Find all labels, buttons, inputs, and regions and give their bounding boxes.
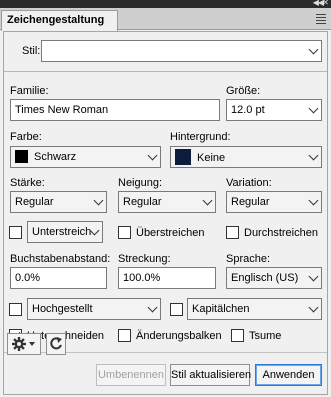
buchstabenabstand-input[interactable]: 0.0% [10, 267, 107, 289]
refresh-icon [50, 337, 62, 350]
sprache-label: Sprache: [226, 253, 271, 265]
umbenennen-button[interactable]: Umbenennen [96, 364, 166, 386]
staerke-value: Regular [15, 196, 54, 208]
hochgestellt-value: Hochgestellt [32, 303, 93, 315]
chevron-down-icon [308, 44, 319, 55]
background-swatch [175, 149, 191, 165]
kapitaelchen-value: Kapitälchen [192, 303, 250, 315]
chevron-down-icon [308, 271, 319, 282]
chevron-down-icon [147, 150, 158, 161]
stil-aktualisieren-button[interactable]: Stil aktualisieren [170, 364, 251, 386]
unterstreichen-dropdown[interactable]: Unterstreich [27, 221, 103, 243]
staerke-dropdown[interactable]: Regular [10, 191, 107, 213]
aenderungsbalken-label: Änderungsbalken [136, 330, 222, 342]
familie-label: Familie: [10, 85, 49, 97]
stil-label: Stil: [22, 45, 41, 57]
chevron-down-icon [308, 150, 319, 161]
groesse-value: 12.0 pt [231, 104, 265, 116]
streckung-label: Streckung: [118, 253, 171, 265]
panel-menu-icon[interactable] [316, 14, 326, 26]
farbe-dropdown[interactable]: Schwarz [10, 146, 161, 168]
farbe-label: Farbe: [10, 131, 42, 143]
unterstreichen-value: Unterstreich [32, 226, 92, 238]
anwenden-button[interactable]: Anwenden [255, 364, 322, 386]
aenderungsbalken-checkbox[interactable] [118, 329, 131, 342]
hochgestellt-checkbox[interactable] [9, 303, 22, 316]
caret-down-icon [29, 342, 35, 346]
streckung-input[interactable]: 100.0% [118, 267, 216, 289]
color-swatch [15, 149, 28, 163]
stil-dropdown[interactable] [41, 40, 322, 62]
panel-tab-bar: Zeichengestaltung [0, 8, 331, 31]
chevron-down-icon [93, 195, 104, 206]
farbe-value: Schwarz [34, 151, 77, 163]
variation-value: Regular [231, 196, 270, 208]
close-icon[interactable]: ✕ [322, 0, 329, 7]
staerke-label: Stärke: [10, 177, 45, 189]
groesse-combobox[interactable]: 12.0 pt [226, 99, 322, 121]
hintergrund-value: Keine [197, 151, 226, 164]
familie-input[interactable]: Times New Roman [10, 99, 220, 121]
neigung-dropdown[interactable]: Regular [118, 191, 216, 213]
durchstreichen-checkbox[interactable] [226, 226, 239, 239]
chevron-down-icon [308, 103, 319, 114]
chevron-down-icon [147, 302, 158, 313]
settings-menu-button[interactable] [7, 333, 41, 355]
chevron-down-icon [308, 195, 319, 206]
variation-dropdown[interactable]: Regular [226, 191, 322, 213]
refresh-button[interactable] [46, 333, 66, 355]
buchstabenabstand-value: 0.0% [15, 272, 41, 284]
ueberstreichen-checkbox[interactable] [118, 226, 131, 239]
buchstabenabstand-label: Buchstabenabstand: [10, 253, 111, 265]
kapitaelchen-checkbox[interactable] [170, 303, 183, 316]
kapitaelchen-dropdown[interactable]: Kapitälchen [187, 298, 322, 320]
sprache-dropdown[interactable]: Englisch (US) [226, 267, 322, 289]
hochgestellt-dropdown[interactable]: Hochgestellt [27, 298, 161, 320]
tsume-checkbox[interactable] [231, 329, 244, 342]
ueberstreichen-label: Überstreichen [136, 227, 205, 239]
groesse-label: Größe: [226, 85, 261, 97]
hintergrund-label: Hintergrund: [170, 131, 231, 143]
variation-label: Variation: [226, 177, 272, 189]
tab-zeichengestaltung[interactable]: Zeichengestaltung [1, 10, 118, 31]
hintergrund-dropdown[interactable]: Keine [170, 146, 322, 168]
gear-icon [12, 337, 35, 351]
neigung-value: Regular [123, 196, 162, 208]
sprache-value: Englisch (US) [231, 272, 299, 284]
chevron-down-icon [202, 195, 213, 206]
familie-value: Times New Roman [15, 104, 109, 116]
panel-title-strip: ◀◀ ✕ [0, 0, 331, 8]
neigung-label: Neigung: [118, 177, 163, 189]
chevron-down-icon [308, 302, 319, 313]
streckung-value: 100.0% [123, 272, 161, 284]
stil-row: Stil: [4, 32, 327, 72]
unterstreichen-checkbox[interactable] [9, 226, 22, 239]
tsume-label: Tsume [249, 330, 282, 342]
durchstreichen-label: Durchstreichen [244, 227, 318, 239]
